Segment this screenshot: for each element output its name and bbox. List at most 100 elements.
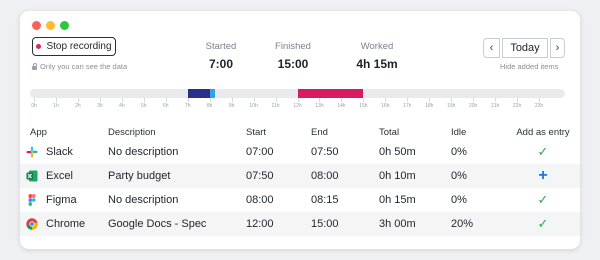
timeline-tick-label: 10h <box>249 103 258 109</box>
column-header-end: End <box>311 126 328 138</box>
check-icon[interactable]: ✓ <box>538 144 549 159</box>
total-cell: 0h 10m <box>379 164 451 188</box>
timeline-tick <box>539 98 541 102</box>
today-button[interactable]: Today <box>502 38 548 58</box>
activity-timeline: 0h 1h 2h 3h 4h 5h 6h 7h 8h 9h 10h 11h 12h 13h 14h 15h 16… <box>30 89 565 109</box>
timeline-tick-label: 17h <box>403 103 412 109</box>
timeline-tick-label: 11h <box>271 103 280 109</box>
timeline-tick <box>165 98 167 102</box>
timeline-tick <box>187 98 189 102</box>
timeline-tick <box>231 98 233 102</box>
check-icon[interactable]: ✓ <box>538 216 549 231</box>
column-header-description: Description <box>108 126 156 138</box>
chrome-icon <box>26 218 38 230</box>
stat-finished-value: 15:00 <box>277 57 309 71</box>
timeline-tick <box>429 98 431 102</box>
timeline-tick-label: 21h <box>490 103 500 109</box>
timeline-tick-label: 5h <box>141 103 147 109</box>
close-window-button[interactable] <box>32 21 41 30</box>
start-cell: 12:00 <box>246 212 311 236</box>
timeline-tick-label: 3h <box>97 103 103 109</box>
start-cell: 08:00 <box>246 194 274 206</box>
timeline-tick <box>319 98 321 102</box>
timeline-tick-label: 8h <box>206 103 213 109</box>
table-header-row: App Description Start End Total Idle Add… <box>20 124 580 140</box>
plus-icon[interactable]: + <box>538 167 547 184</box>
timeline-tick <box>275 98 277 102</box>
description-cell: Party budget <box>108 164 246 188</box>
chevron-left-icon: ‹ <box>489 42 494 54</box>
timeline-tick-label: 20h <box>468 103 478 109</box>
timeline-tick <box>341 98 343 102</box>
minimize-window-button[interactable] <box>46 21 55 30</box>
timeline-tick <box>517 98 519 102</box>
timeline-tick-label: 23h <box>534 103 544 109</box>
stat-started-value: 7:00 <box>208 57 234 71</box>
timeline-tick <box>297 98 299 102</box>
timeline-tick-label: 1h <box>53 103 59 109</box>
description-cell: No description <box>108 146 179 158</box>
timeline-tick-label: 16h <box>381 103 390 109</box>
check-icon[interactable]: ✓ <box>538 192 549 207</box>
stat-started: Started 7:00 <box>198 41 244 71</box>
stat-started-label: Started <box>205 41 237 52</box>
stop-recording-label: Stop recording <box>46 41 112 52</box>
app-name: Figma <box>46 194 77 206</box>
end-cell: 15:00 <box>311 212 379 236</box>
timeline-tick <box>55 98 57 102</box>
excel-icon <box>26 170 38 182</box>
stat-worked: Worked 4h 15m <box>352 41 402 71</box>
timeline-tick <box>363 98 365 102</box>
table-row[interactable]: Slack No description 07:00 07:50 0h 50m … <box>20 140 580 164</box>
app-name: Slack <box>46 146 73 158</box>
app-name: Chrome <box>46 218 86 230</box>
timeline-tick-label: 7h <box>184 103 191 109</box>
timeline-tick-label: 13h <box>315 103 324 109</box>
timeline-tick <box>121 98 123 102</box>
stat-worked-label: Worked <box>360 41 394 52</box>
timeline-tick-label: 4h <box>119 103 125 109</box>
maximize-window-button[interactable] <box>60 21 69 30</box>
table-row[interactable]: Excel Party budget 07:50 08:00 0h 10m 0%… <box>20 164 580 188</box>
table-row[interactable]: Chrome Google Docs - Spec 12:00 15:00 3h… <box>20 212 580 236</box>
privacy-note-text: Only you can see the data <box>40 62 128 71</box>
table-row[interactable]: Figma No description 08:00 08:15 0h 15m … <box>20 188 580 212</box>
timeline-activity-segment <box>209 89 216 98</box>
timeline-tick-label: 18h <box>425 103 434 109</box>
timeline-tick <box>253 98 255 102</box>
timeline-tick-label: 2h <box>75 103 81 109</box>
idle-cell: 20% <box>451 212 506 236</box>
end-cell: 08:00 <box>311 164 379 188</box>
figma-icon <box>28 194 36 206</box>
app-name: Excel <box>46 170 73 182</box>
previous-day-button[interactable]: ‹ <box>483 38 500 58</box>
idle-cell: 0% <box>451 194 467 206</box>
timeline-tick-label: 14h <box>337 103 346 109</box>
time-tracker-window: Stop recording Only you can see the data… <box>20 11 580 249</box>
timeline-tick-label: 15h <box>359 103 368 109</box>
description-cell: No description <box>108 194 179 206</box>
activity-table: App Description Start End Total Idle Add… <box>20 124 580 236</box>
hide-added-items-link[interactable]: Hide added items <box>500 62 558 71</box>
timeline-activity-segment <box>297 89 364 98</box>
stop-recording-button[interactable]: Stop recording <box>32 37 116 56</box>
column-header-add-as-entry: Add as entry <box>516 126 570 138</box>
timeline-tick <box>451 98 453 102</box>
total-cell: 0h 15m <box>379 194 416 206</box>
start-cell: 07:00 <box>246 146 274 158</box>
timeline-activity-segment <box>187 89 210 98</box>
timeline-tick-label: 19h <box>447 103 456 109</box>
timeline-tick-label: 0h <box>31 103 37 109</box>
start-cell: 07:50 <box>246 164 311 188</box>
privacy-note: Only you can see the data <box>32 62 127 71</box>
lock-icon <box>32 62 37 70</box>
next-day-button[interactable]: › <box>550 38 565 58</box>
stat-finished-label: Finished <box>275 41 311 52</box>
timeline-tick <box>143 98 145 102</box>
timeline-tick <box>495 98 497 102</box>
slack-icon <box>26 146 38 158</box>
description-cell: Google Docs - Spec <box>108 212 246 236</box>
idle-cell: 0% <box>451 164 506 188</box>
timeline-tick <box>77 98 79 102</box>
column-header-idle: Idle <box>451 126 467 138</box>
